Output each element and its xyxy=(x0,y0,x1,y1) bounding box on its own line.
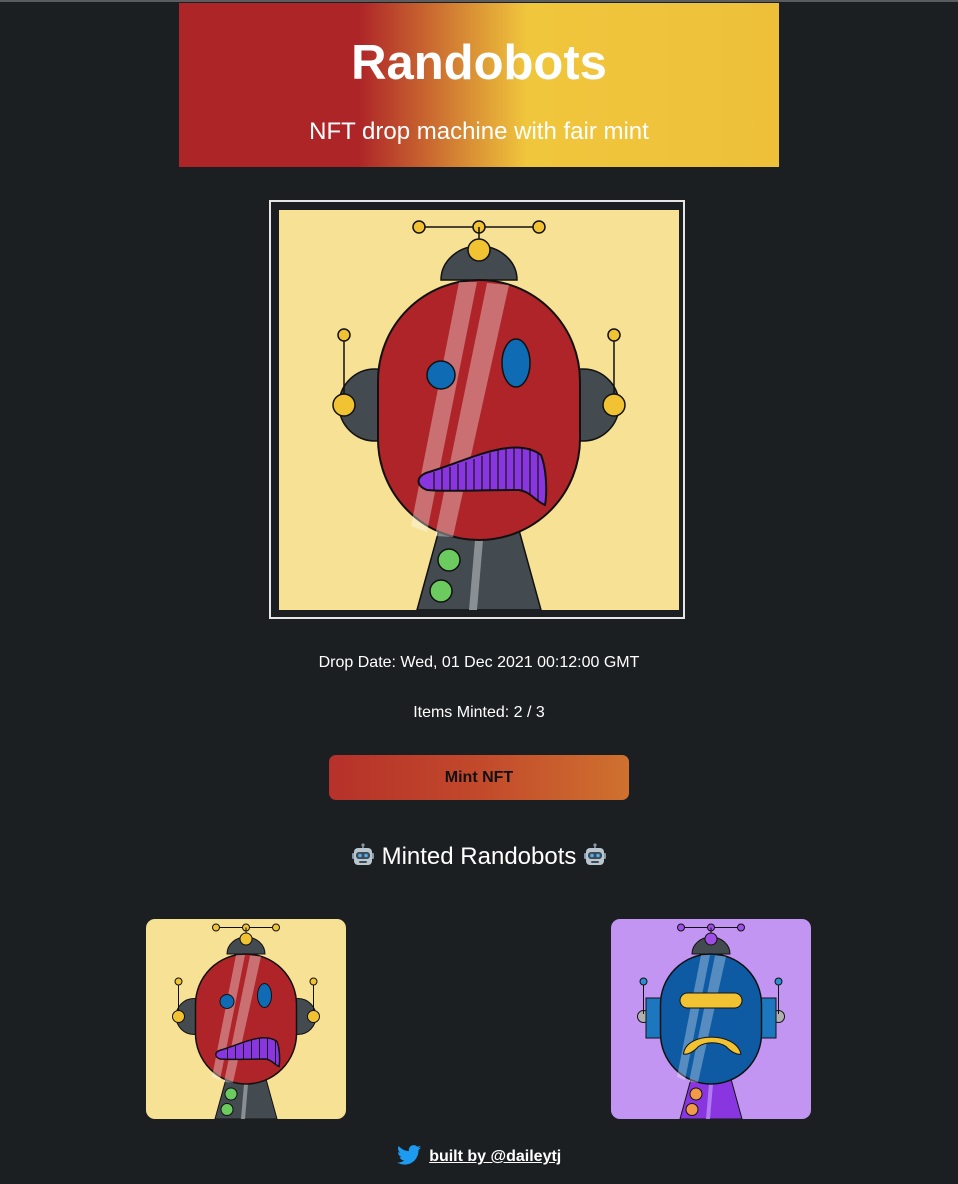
mint-nft-button[interactable]: Mint NFT xyxy=(329,755,629,800)
footer: built by @daileytj xyxy=(0,1144,958,1166)
minted-nft-card[interactable] xyxy=(611,919,811,1119)
robot-nft-image xyxy=(146,919,346,1119)
minted-section-title: Minted Randobots xyxy=(381,843,577,870)
page-header: Randobots NFT drop machine with fair min… xyxy=(179,3,779,167)
author-twitter-link[interactable]: built by @daileytj xyxy=(429,1148,561,1165)
robot-face-icon xyxy=(351,843,374,865)
hero-nft-frame xyxy=(269,200,685,619)
page-subtitle: NFT drop machine with fair mint xyxy=(309,118,649,145)
twitter-bird-icon xyxy=(396,1145,421,1165)
minted-nft-card[interactable] xyxy=(146,919,346,1119)
robot-nft-image xyxy=(611,919,811,1119)
drop-date: Drop Date: Wed, 01 Dec 2021 00:12:00 GMT xyxy=(318,654,640,671)
robot-nft-image xyxy=(279,210,679,610)
window-top-border xyxy=(0,0,958,2)
page-title: Randobots xyxy=(351,36,607,90)
robot-face-icon xyxy=(584,843,607,865)
minted-section-heading: Minted Randobots xyxy=(0,840,958,874)
items-minted: Items Minted: 2 / 3 xyxy=(413,704,545,721)
